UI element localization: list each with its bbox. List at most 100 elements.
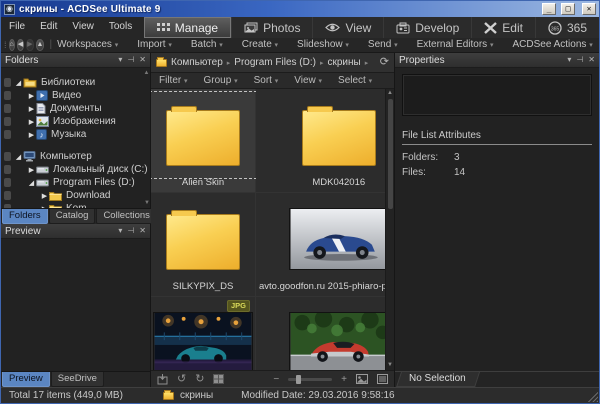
panel-tab-seedrive[interactable]: SeeDrive [51,372,104,387]
panel-tab-folders[interactable]: Folders [2,209,48,224]
close-panel-icon[interactable]: ✕ [588,56,595,64]
thumbnail-view-icon[interactable] [356,374,368,384]
toolbar-item-create[interactable]: Create ▾ [242,39,278,50]
titlebar[interactable]: ◉ скрины - ACDSee Ultimate 9 _ □ ✕ [1,1,599,17]
menu-item-view[interactable]: View [72,21,94,32]
toolbar-item-external-editors[interactable]: External Editors ▾ [417,39,494,50]
collapse-arrow-icon[interactable]: ▶ [27,118,36,126]
tree-item-program-files-d-[interactable]: ◢Program Files (D:) [1,176,150,189]
collapse-arrow-icon[interactable]: ▶ [27,166,36,174]
collapse-arrow-icon[interactable]: ▶ [27,92,36,100]
toolbar-grip[interactable]: ⁞ [4,40,6,50]
easy-select-marker[interactable] [4,204,11,208]
minimize-button[interactable]: _ [542,3,556,15]
scroll-down-icon[interactable]: ▼ [387,361,393,370]
mode-tab-photos[interactable]: Photos [231,17,312,38]
toolbar-item-slideshow[interactable]: Slideshow ▾ [297,39,349,50]
scrollbar-thumb[interactable] [388,99,393,209]
filter-bar-sort[interactable]: Sort ▾ [254,75,279,86]
easy-select-marker[interactable] [4,165,11,174]
file-tile-folder[interactable]: SILKYPIX_DS [151,193,256,297]
panel-tab-catalog[interactable]: Catalog [49,209,96,224]
file-tile-image[interactable]: JPGavto.goodfon.ru 2015-phiaro-p75-co... [256,193,385,297]
pin-icon[interactable]: ⊣ [127,56,134,64]
mode-tab-365[interactable]: 365365 [535,17,599,38]
maximize-button[interactable]: □ [561,3,575,15]
menu-item-edit[interactable]: Edit [40,21,57,32]
panel-tab-collections[interactable]: Collections [96,209,156,224]
zoom-out-icon[interactable]: − [273,374,279,385]
close-panel-icon[interactable]: ✕ [139,227,146,235]
resize-grip[interactable] [588,392,598,402]
expand-arrow-icon[interactable]: ◢ [14,153,23,161]
collapse-arrow-icon[interactable]: ▶ [40,192,49,200]
easy-select-marker[interactable] [4,104,11,113]
pin-icon[interactable]: ⊣ [576,56,583,64]
refresh-icon[interactable]: ⟳ [380,57,389,68]
easy-select-marker[interactable] [4,130,11,139]
breadcrumb-item[interactable]: Program Files (D:) [234,57,316,68]
file-tile-folder[interactable]: MDK042016 [256,89,385,193]
grid-view-icon[interactable] [213,374,224,384]
file-tile-image[interactable]: JPG [256,297,385,370]
panel-menu-icon[interactable]: ▾ [567,56,571,64]
file-tile-image[interactable]: JPG [151,297,256,370]
tree-item-компьютер[interactable]: ◢Компьютер [1,150,150,163]
tree-item-kom[interactable]: ▶Kom [1,202,150,208]
toolbar-item-send[interactable]: Send ▾ [368,39,398,50]
collapse-arrow-icon[interactable]: ▶ [40,205,49,209]
scroll-up-icon[interactable]: ▲ [144,70,150,76]
tree-item-изображения[interactable]: ▶Изображения [1,115,150,128]
panel-menu-icon[interactable]: ▾ [118,56,122,64]
breadcrumb-item[interactable]: скрины [327,57,360,68]
toolbar-item-batch[interactable]: Batch ▾ [191,39,223,50]
collapse-arrow-icon[interactable]: ▶ [27,131,36,139]
home-icon[interactable]: ⌂ [9,39,15,51]
tree-item-библиотеки[interactable]: ◢Библиотеки [1,76,150,89]
toolbar-item-acdsee-actions[interactable]: ACDSee Actions ▾ [512,39,592,50]
forward-icon[interactable]: ▶ [26,39,33,51]
easy-select-marker[interactable] [4,117,11,126]
toolbar-item-import[interactable]: Import ▾ [137,39,172,50]
zoom-in-icon[interactable]: + [341,374,347,385]
toolbar-item-workspaces[interactable]: Workspaces ▾ [57,39,118,50]
easy-select-marker[interactable] [4,178,11,187]
file-list-scrollbar[interactable]: ▲ ▼ [385,89,394,370]
tree-item-download[interactable]: ▶Download [1,189,150,202]
tree-item-документы[interactable]: ▶Документы [1,102,150,115]
menu-item-tools[interactable]: Tools [109,21,132,32]
up-icon[interactable]: ▲ [36,39,45,51]
collapse-arrow-icon[interactable]: ▶ [27,105,36,113]
breadcrumb-item[interactable]: Компьютер [171,57,223,68]
mode-tab-edit[interactable]: Edit [471,17,535,38]
expand-arrow-icon[interactable]: ◢ [27,179,36,187]
filter-bar-group[interactable]: Group ▾ [204,75,238,86]
tree-scrollbar[interactable]: ▲▼ [143,70,150,206]
easy-select-marker[interactable] [4,191,11,200]
scroll-up-icon[interactable]: ▲ [387,89,393,98]
file-tile-folder[interactable]: Alien Skin [151,89,256,193]
close-panel-icon[interactable]: ✕ [139,56,146,64]
rotate-ccw-icon[interactable]: ↺ [177,374,186,385]
easy-select-marker[interactable] [4,152,11,161]
close-button[interactable]: ✕ [582,3,596,15]
pin-icon[interactable]: ⊣ [127,227,134,235]
details-view-icon[interactable] [377,374,388,384]
no-selection-tab[interactable]: No Selection [401,372,480,387]
zoom-slider[interactable] [288,378,332,381]
tree-item-музыка[interactable]: ▶♪Музыка [1,128,150,141]
panel-menu-icon[interactable]: ▾ [118,227,122,235]
filter-bar-filter[interactable]: Filter ▾ [159,75,188,86]
filter-bar-view[interactable]: View ▾ [294,75,322,86]
mode-tab-manage[interactable]: Manage [144,17,231,38]
panel-tab-preview[interactable]: Preview [2,372,50,387]
easy-select-marker[interactable] [4,78,11,87]
zoom-slider-thumb[interactable] [296,375,301,384]
tree-item-видео[interactable]: ▶Видео [1,89,150,102]
back-icon[interactable]: ◀ [17,39,24,51]
menu-item-file[interactable]: File [9,21,25,32]
mode-tab-view[interactable]: View [312,17,383,38]
scroll-down-icon[interactable]: ▼ [144,200,150,206]
rotate-cw-icon[interactable]: ↻ [195,374,204,385]
mode-tab-develop[interactable]: Develop [383,17,471,38]
